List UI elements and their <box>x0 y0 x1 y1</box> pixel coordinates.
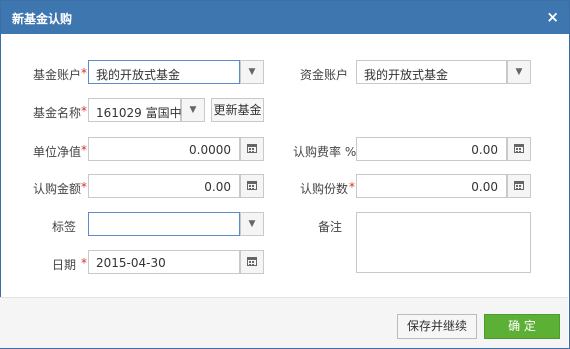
shares-input[interactable]: 0.00 <box>356 174 507 198</box>
calculator-icon[interactable] <box>507 137 531 161</box>
fee-rate-label: 认购费率 % <box>293 145 357 159</box>
amount-value: 0.00 <box>204 180 231 194</box>
unit-nav-value: 0.0000 <box>189 143 231 157</box>
dialog-titlebar: 新基金认购 × <box>1 1 569 34</box>
capital-account-label: 资金账户 <box>300 68 349 82</box>
fee-rate-input[interactable]: 0.00 <box>356 137 507 161</box>
note-textarea[interactable] <box>356 212 531 273</box>
required-mark: * <box>81 104 87 118</box>
amount-input[interactable]: 0.00 <box>88 174 240 198</box>
confirm-button[interactable]: 确 定 <box>484 314 560 339</box>
date-value: 2015-04-30 <box>96 256 166 270</box>
fund-name-label: 基金名称 <box>33 106 82 120</box>
dialog-title: 新基金认购 <box>12 12 73 26</box>
fund-account-value: 我的开放式基金 <box>96 68 181 82</box>
chevron-down-icon[interactable]: ▼ <box>240 60 264 84</box>
capital-account-value: 我的开放式基金 <box>364 68 449 82</box>
fund-account-select[interactable]: 我的开放式基金 <box>88 60 240 84</box>
chevron-down-icon[interactable]: ▼ <box>181 98 205 122</box>
chevron-down-icon[interactable]: ▼ <box>507 60 531 84</box>
required-mark: * <box>81 143 87 157</box>
unit-nav-input[interactable]: 0.0000 <box>88 137 240 161</box>
close-icon[interactable]: × <box>546 8 559 26</box>
calculator-icon[interactable] <box>240 174 264 198</box>
tag-input[interactable] <box>88 212 240 236</box>
fund-name-value: 161029 富国中证银 <box>96 106 182 120</box>
date-input[interactable]: 2015-04-30 <box>88 250 240 274</box>
update-fund-button[interactable]: 更新基金 <box>211 98 264 122</box>
calendar-icon[interactable] <box>240 250 264 274</box>
required-mark: * <box>349 180 355 194</box>
fee-rate-value: 0.00 <box>471 143 498 157</box>
fund-name-select[interactable]: 161029 富国中证银 <box>88 98 182 122</box>
required-mark: * <box>81 66 87 80</box>
note-label: 备注 <box>318 220 343 234</box>
save-and-continue-button[interactable]: 保存并继续 <box>397 314 477 339</box>
fund-account-label: 基金账户 <box>33 68 82 82</box>
required-mark: * <box>81 180 87 194</box>
amount-label: 认购金额 <box>33 182 82 196</box>
tag-label: 标签 <box>52 220 77 234</box>
shares-label: 认购份数 <box>300 182 349 196</box>
required-mark: * <box>81 256 87 270</box>
calculator-icon[interactable] <box>507 174 531 198</box>
date-label: 日期 <box>52 258 77 272</box>
shares-value: 0.00 <box>471 180 498 194</box>
dialog-footer <box>0 297 568 348</box>
calculator-icon[interactable] <box>240 137 264 161</box>
chevron-down-icon[interactable]: ▼ <box>240 212 264 236</box>
unit-nav-label: 单位净值 <box>33 145 82 159</box>
capital-account-select[interactable]: 我的开放式基金 <box>356 60 507 84</box>
